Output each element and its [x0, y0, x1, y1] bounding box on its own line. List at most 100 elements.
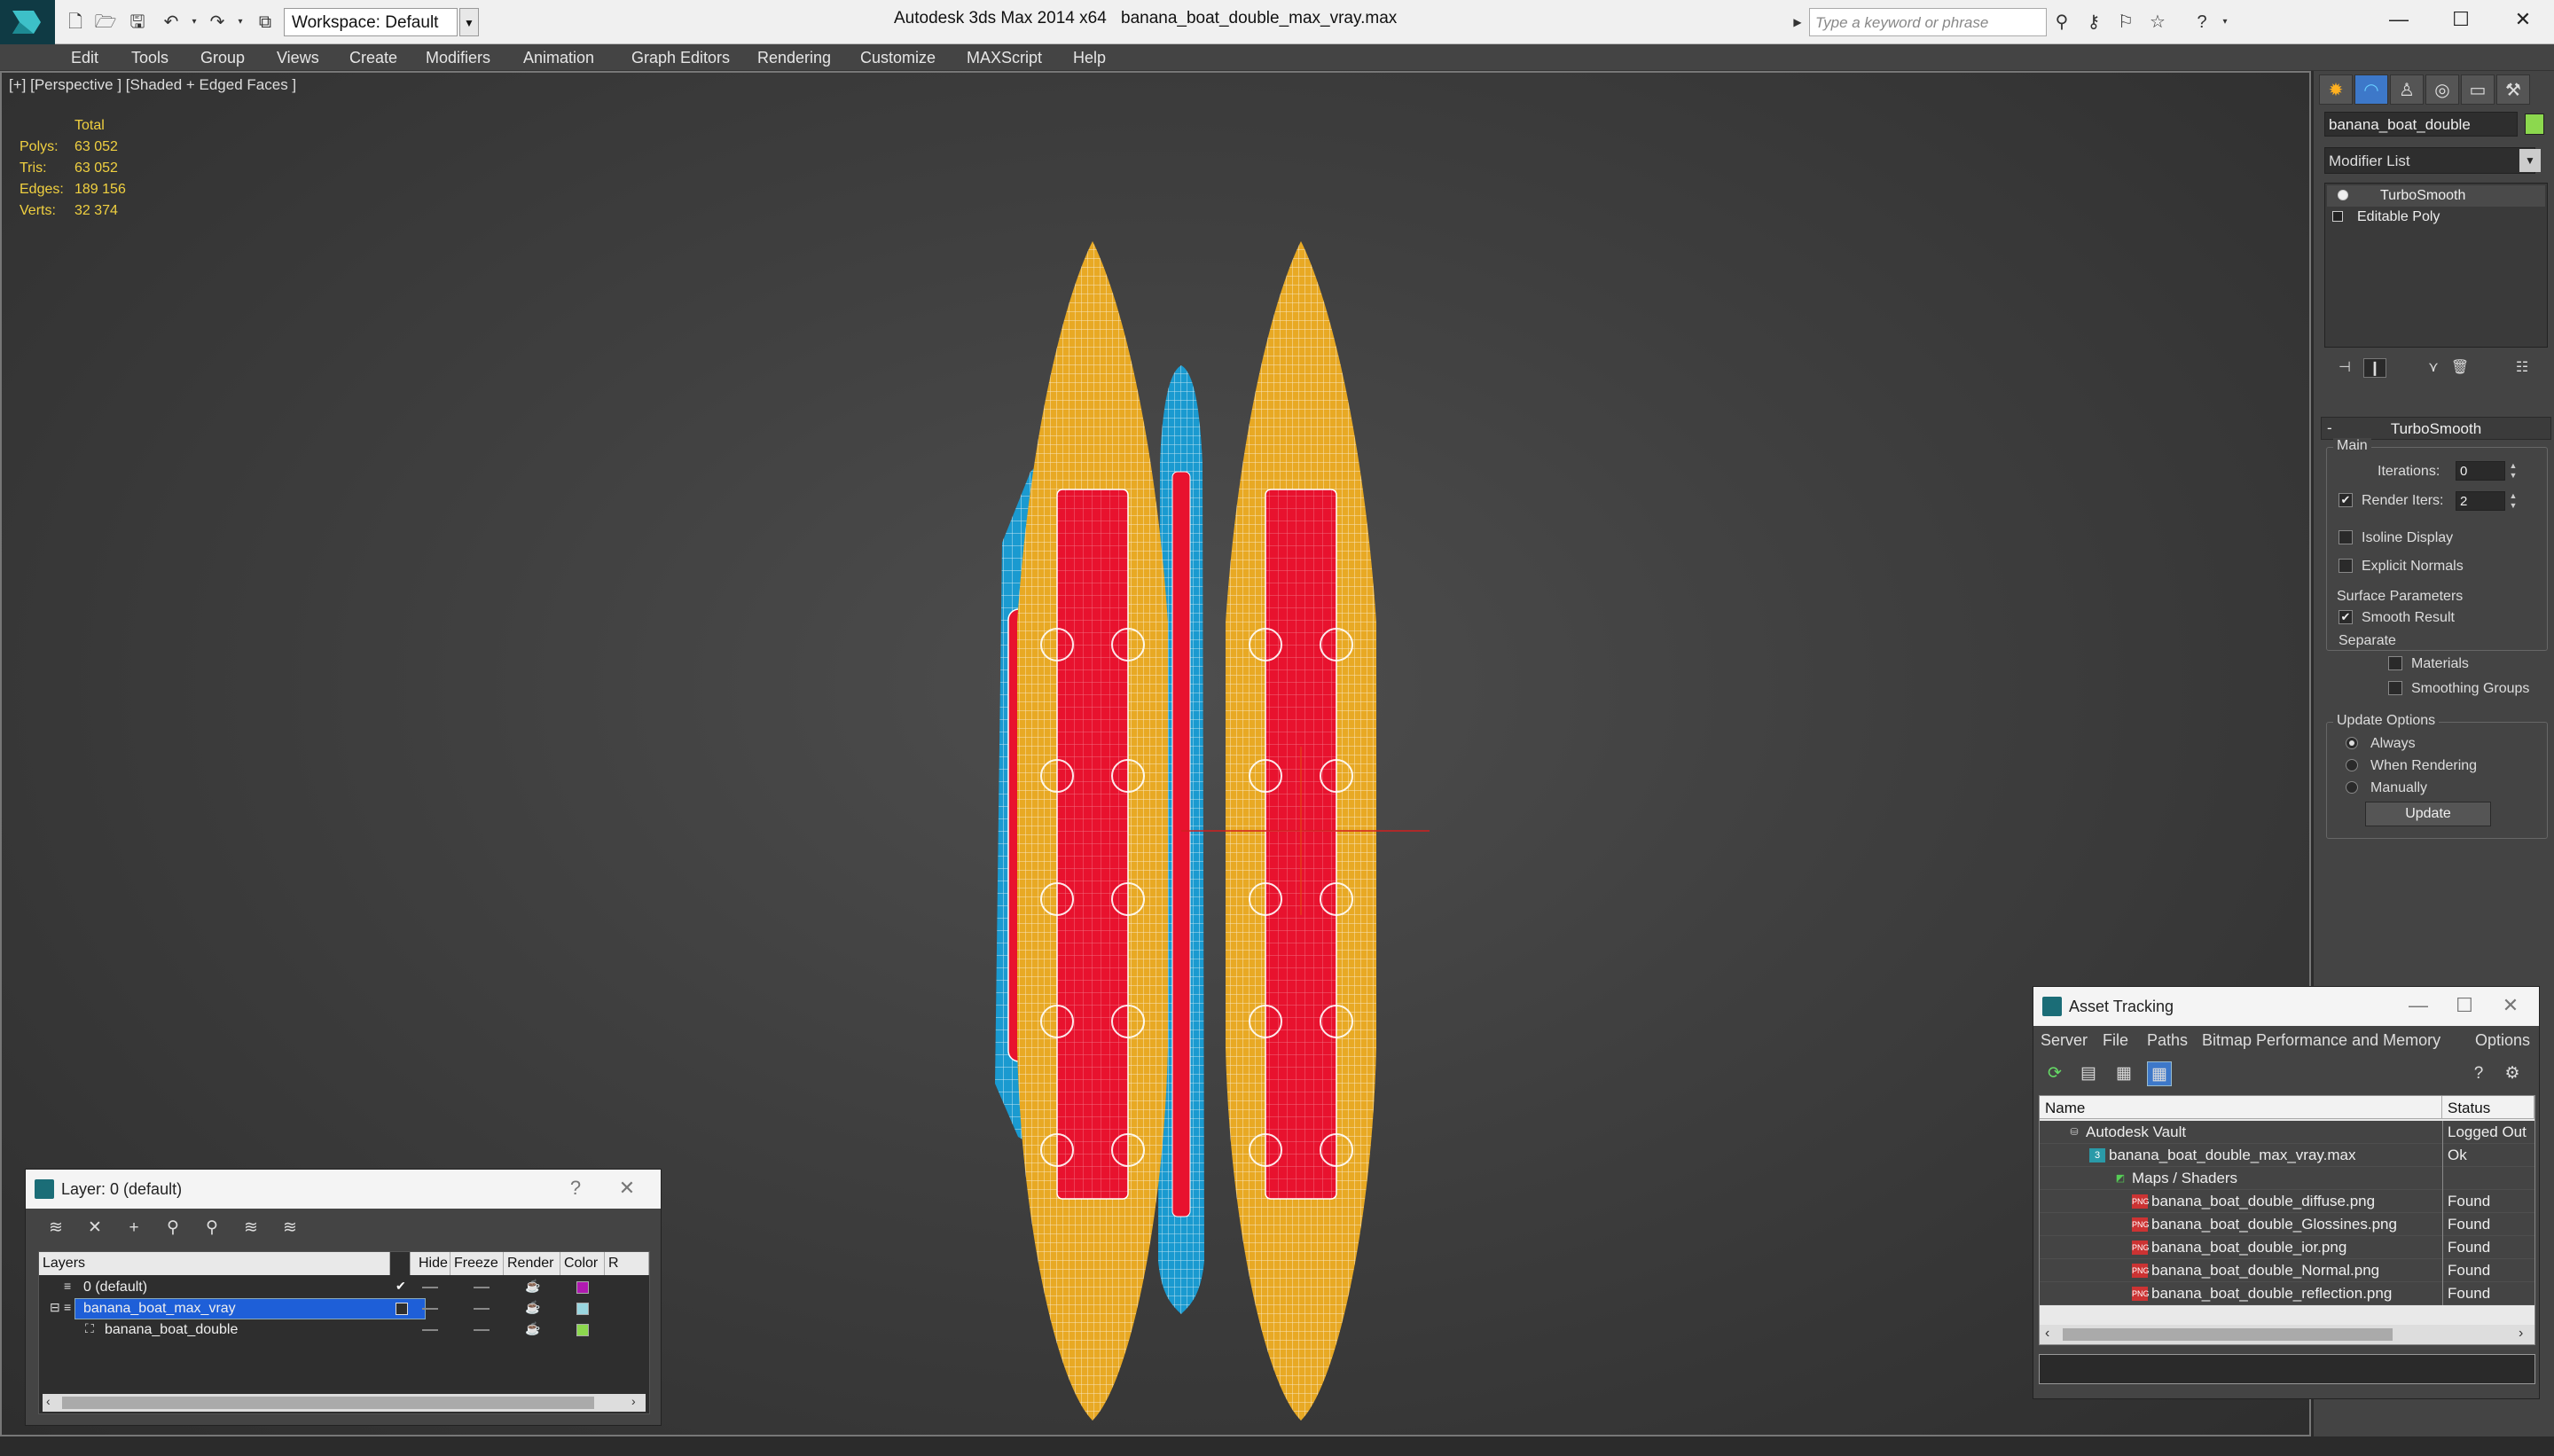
- menu-help[interactable]: Help: [1073, 49, 1106, 67]
- explicit-normals-checkbox[interactable]: [2339, 559, 2353, 573]
- select-objects-icon[interactable]: ⚲: [161, 1216, 185, 1241]
- chevron-down-icon[interactable]: ▼: [2519, 149, 2541, 172]
- update-button[interactable]: Update: [2365, 802, 2491, 826]
- modify-tab-icon[interactable]: ◠: [2354, 74, 2388, 105]
- hide-toggle[interactable]: [422, 1329, 438, 1331]
- asset-row[interactable]: ⛁ Autodesk Vault Logged Out: [2040, 1121, 2534, 1144]
- list-view-icon[interactable]: ▤: [2076, 1061, 2101, 1086]
- menu-create[interactable]: Create: [349, 49, 397, 67]
- minimize-icon[interactable]: —: [2368, 0, 2430, 39]
- close-icon[interactable]: ✕: [2493, 994, 2528, 1019]
- open-file-icon[interactable]: 🗁: [94, 11, 117, 34]
- search-expand-icon[interactable]: ▶: [1786, 11, 1809, 34]
- help-dropdown-icon[interactable]: ▾: [2213, 11, 2237, 34]
- viewport-label[interactable]: [+] [Perspective ] [Shaded + Edged Faces…: [9, 76, 296, 94]
- asset-row[interactable]: PNG banana_boat_double_ior.png Found: [2040, 1236, 2534, 1259]
- asset-menu-options[interactable]: Options: [2475, 1031, 2530, 1050]
- column-status[interactable]: Status: [2442, 1096, 2534, 1119]
- asset-menu-server[interactable]: Server: [2041, 1031, 2088, 1050]
- asset-row[interactable]: PNG banana_boat_double_diffuse.png Found: [2040, 1190, 2534, 1213]
- settings-icon[interactable]: ⚙: [2500, 1061, 2525, 1086]
- freeze-toggle[interactable]: [474, 1308, 490, 1310]
- highlight-layer-icon[interactable]: ⚲: [200, 1216, 224, 1241]
- workspace-dropdown-arrow-icon[interactable]: ▼: [459, 8, 479, 36]
- show-end-result-icon[interactable]: ❙: [2363, 358, 2386, 378]
- subscription-icon[interactable]: ⚷: [2082, 11, 2105, 34]
- object-name-field[interactable]: banana_boat_double: [2324, 112, 2518, 137]
- manually-radio[interactable]: [2346, 781, 2358, 794]
- add-to-layer-icon[interactable]: +: [121, 1216, 146, 1241]
- detail-view-icon[interactable]: ▦: [2111, 1061, 2136, 1086]
- table-view-icon[interactable]: ▦: [2147, 1061, 2172, 1086]
- help-icon[interactable]: ?: [558, 1177, 593, 1202]
- rollout-turbosmooth[interactable]: - TurboSmooth: [2321, 417, 2551, 440]
- materials-checkbox[interactable]: [2388, 656, 2402, 670]
- asset-row[interactable]: ◩ Maps / Shaders: [2040, 1167, 2534, 1190]
- menu-maxscript[interactable]: MAXScript: [967, 49, 1042, 67]
- menu-customize[interactable]: Customize: [860, 49, 936, 67]
- column-hide[interactable]: Hide: [415, 1252, 450, 1275]
- banana-boat-model[interactable]: [933, 161, 1430, 1456]
- asset-horizontal-scrollbar[interactable]: ‹ ›: [2040, 1325, 2534, 1344]
- layer-row[interactable]: ≡ 0 (default) ✔ ☕: [39, 1277, 651, 1298]
- active-layer-check-icon[interactable]: ✔: [396, 1279, 406, 1294]
- layer-color-swatch[interactable]: [576, 1281, 589, 1294]
- maximize-icon[interactable]: ☐: [2447, 994, 2482, 1019]
- expand-icon[interactable]: [2332, 211, 2343, 222]
- new-file-icon[interactable]: 🗋: [64, 11, 87, 34]
- layer-horizontal-scrollbar[interactable]: ‹ ›: [43, 1394, 646, 1412]
- refresh-icon[interactable]: ⟳: [2042, 1061, 2067, 1086]
- column-freeze[interactable]: Freeze: [450, 1252, 504, 1275]
- search-input[interactable]: Type a keyword or phrase: [1809, 8, 2047, 36]
- pin-stack-icon[interactable]: ⊣: [2333, 358, 2356, 378]
- modifier-list-dropdown[interactable]: Modifier List: [2324, 147, 2535, 174]
- close-icon[interactable]: ✕: [609, 1177, 645, 1202]
- create-layer-icon[interactable]: ≋: [43, 1216, 68, 1241]
- layer-row-selected[interactable]: ⊟ ≡ banana_boat_max_vray ☕: [39, 1298, 651, 1319]
- asset-row[interactable]: 3 banana_boat_double_max_vray.max Ok: [2040, 1144, 2534, 1167]
- motion-tab-icon[interactable]: ◎: [2425, 74, 2459, 105]
- stack-item-turbosmooth[interactable]: TurboSmooth: [2327, 185, 2545, 207]
- teapot-icon[interactable]: ☕: [525, 1300, 540, 1315]
- redo-icon[interactable]: ↷: [206, 11, 229, 34]
- hierarchy-tab-icon[interactable]: ♙: [2390, 74, 2424, 105]
- help-icon[interactable]: ?: [2190, 11, 2213, 34]
- teapot-icon[interactable]: ☕: [525, 1321, 540, 1336]
- spinner-arrows-icon[interactable]: ▲ ▼: [2507, 491, 2519, 511]
- help-icon[interactable]: ?: [2466, 1061, 2491, 1086]
- configure-sets-icon[interactable]: ☷: [2511, 358, 2534, 378]
- create-tab-icon[interactable]: ✹: [2319, 74, 2353, 105]
- binoculars-icon[interactable]: ⚲: [2050, 11, 2073, 34]
- workspace-dropdown[interactable]: Workspace: Default: [284, 8, 458, 36]
- make-unique-icon[interactable]: ⋎: [2422, 358, 2445, 378]
- stack-item-editable-poly[interactable]: Editable Poly: [2327, 207, 2545, 228]
- always-radio[interactable]: [2346, 737, 2358, 749]
- menu-group[interactable]: Group: [200, 49, 245, 67]
- lightbulb-icon[interactable]: [2338, 190, 2348, 200]
- redo-dropdown-icon[interactable]: ▾: [229, 11, 252, 34]
- smooth-result-checkbox[interactable]: ✔: [2339, 610, 2353, 624]
- communication-center-icon[interactable]: ⚐: [2114, 11, 2137, 34]
- layer-color-swatch[interactable]: [576, 1324, 589, 1336]
- undo-dropdown-icon[interactable]: ▾: [183, 11, 206, 34]
- menu-modifiers[interactable]: Modifiers: [426, 49, 490, 67]
- app-menu-button[interactable]: [0, 0, 55, 44]
- menu-views[interactable]: Views: [277, 49, 319, 67]
- isoline-display-checkbox[interactable]: [2339, 530, 2353, 544]
- hide-toggle[interactable]: [422, 1308, 438, 1310]
- asset-menu-paths[interactable]: Paths: [2147, 1031, 2188, 1050]
- freeze-toggle[interactable]: [474, 1287, 490, 1288]
- column-name[interactable]: Name: [2040, 1096, 2442, 1119]
- close-icon[interactable]: ✕: [2492, 0, 2554, 39]
- delete-layer-icon[interactable]: ✕: [82, 1216, 107, 1241]
- freeze-all-icon[interactable]: ≋: [278, 1216, 302, 1241]
- maximize-icon[interactable]: ☐: [2430, 0, 2492, 39]
- object-color-swatch[interactable]: [2525, 114, 2544, 135]
- asset-row[interactable]: PNG banana_boat_double_reflection.png Fo…: [2040, 1282, 2534, 1305]
- favorites-star-icon[interactable]: ☆: [2146, 11, 2169, 34]
- when-rendering-radio[interactable]: [2346, 759, 2358, 771]
- undo-icon[interactable]: ↶: [160, 11, 183, 34]
- scroll-right-icon[interactable]: ›: [631, 1394, 636, 1408]
- menu-tools[interactable]: Tools: [131, 49, 168, 67]
- menu-edit[interactable]: Edit: [71, 49, 98, 67]
